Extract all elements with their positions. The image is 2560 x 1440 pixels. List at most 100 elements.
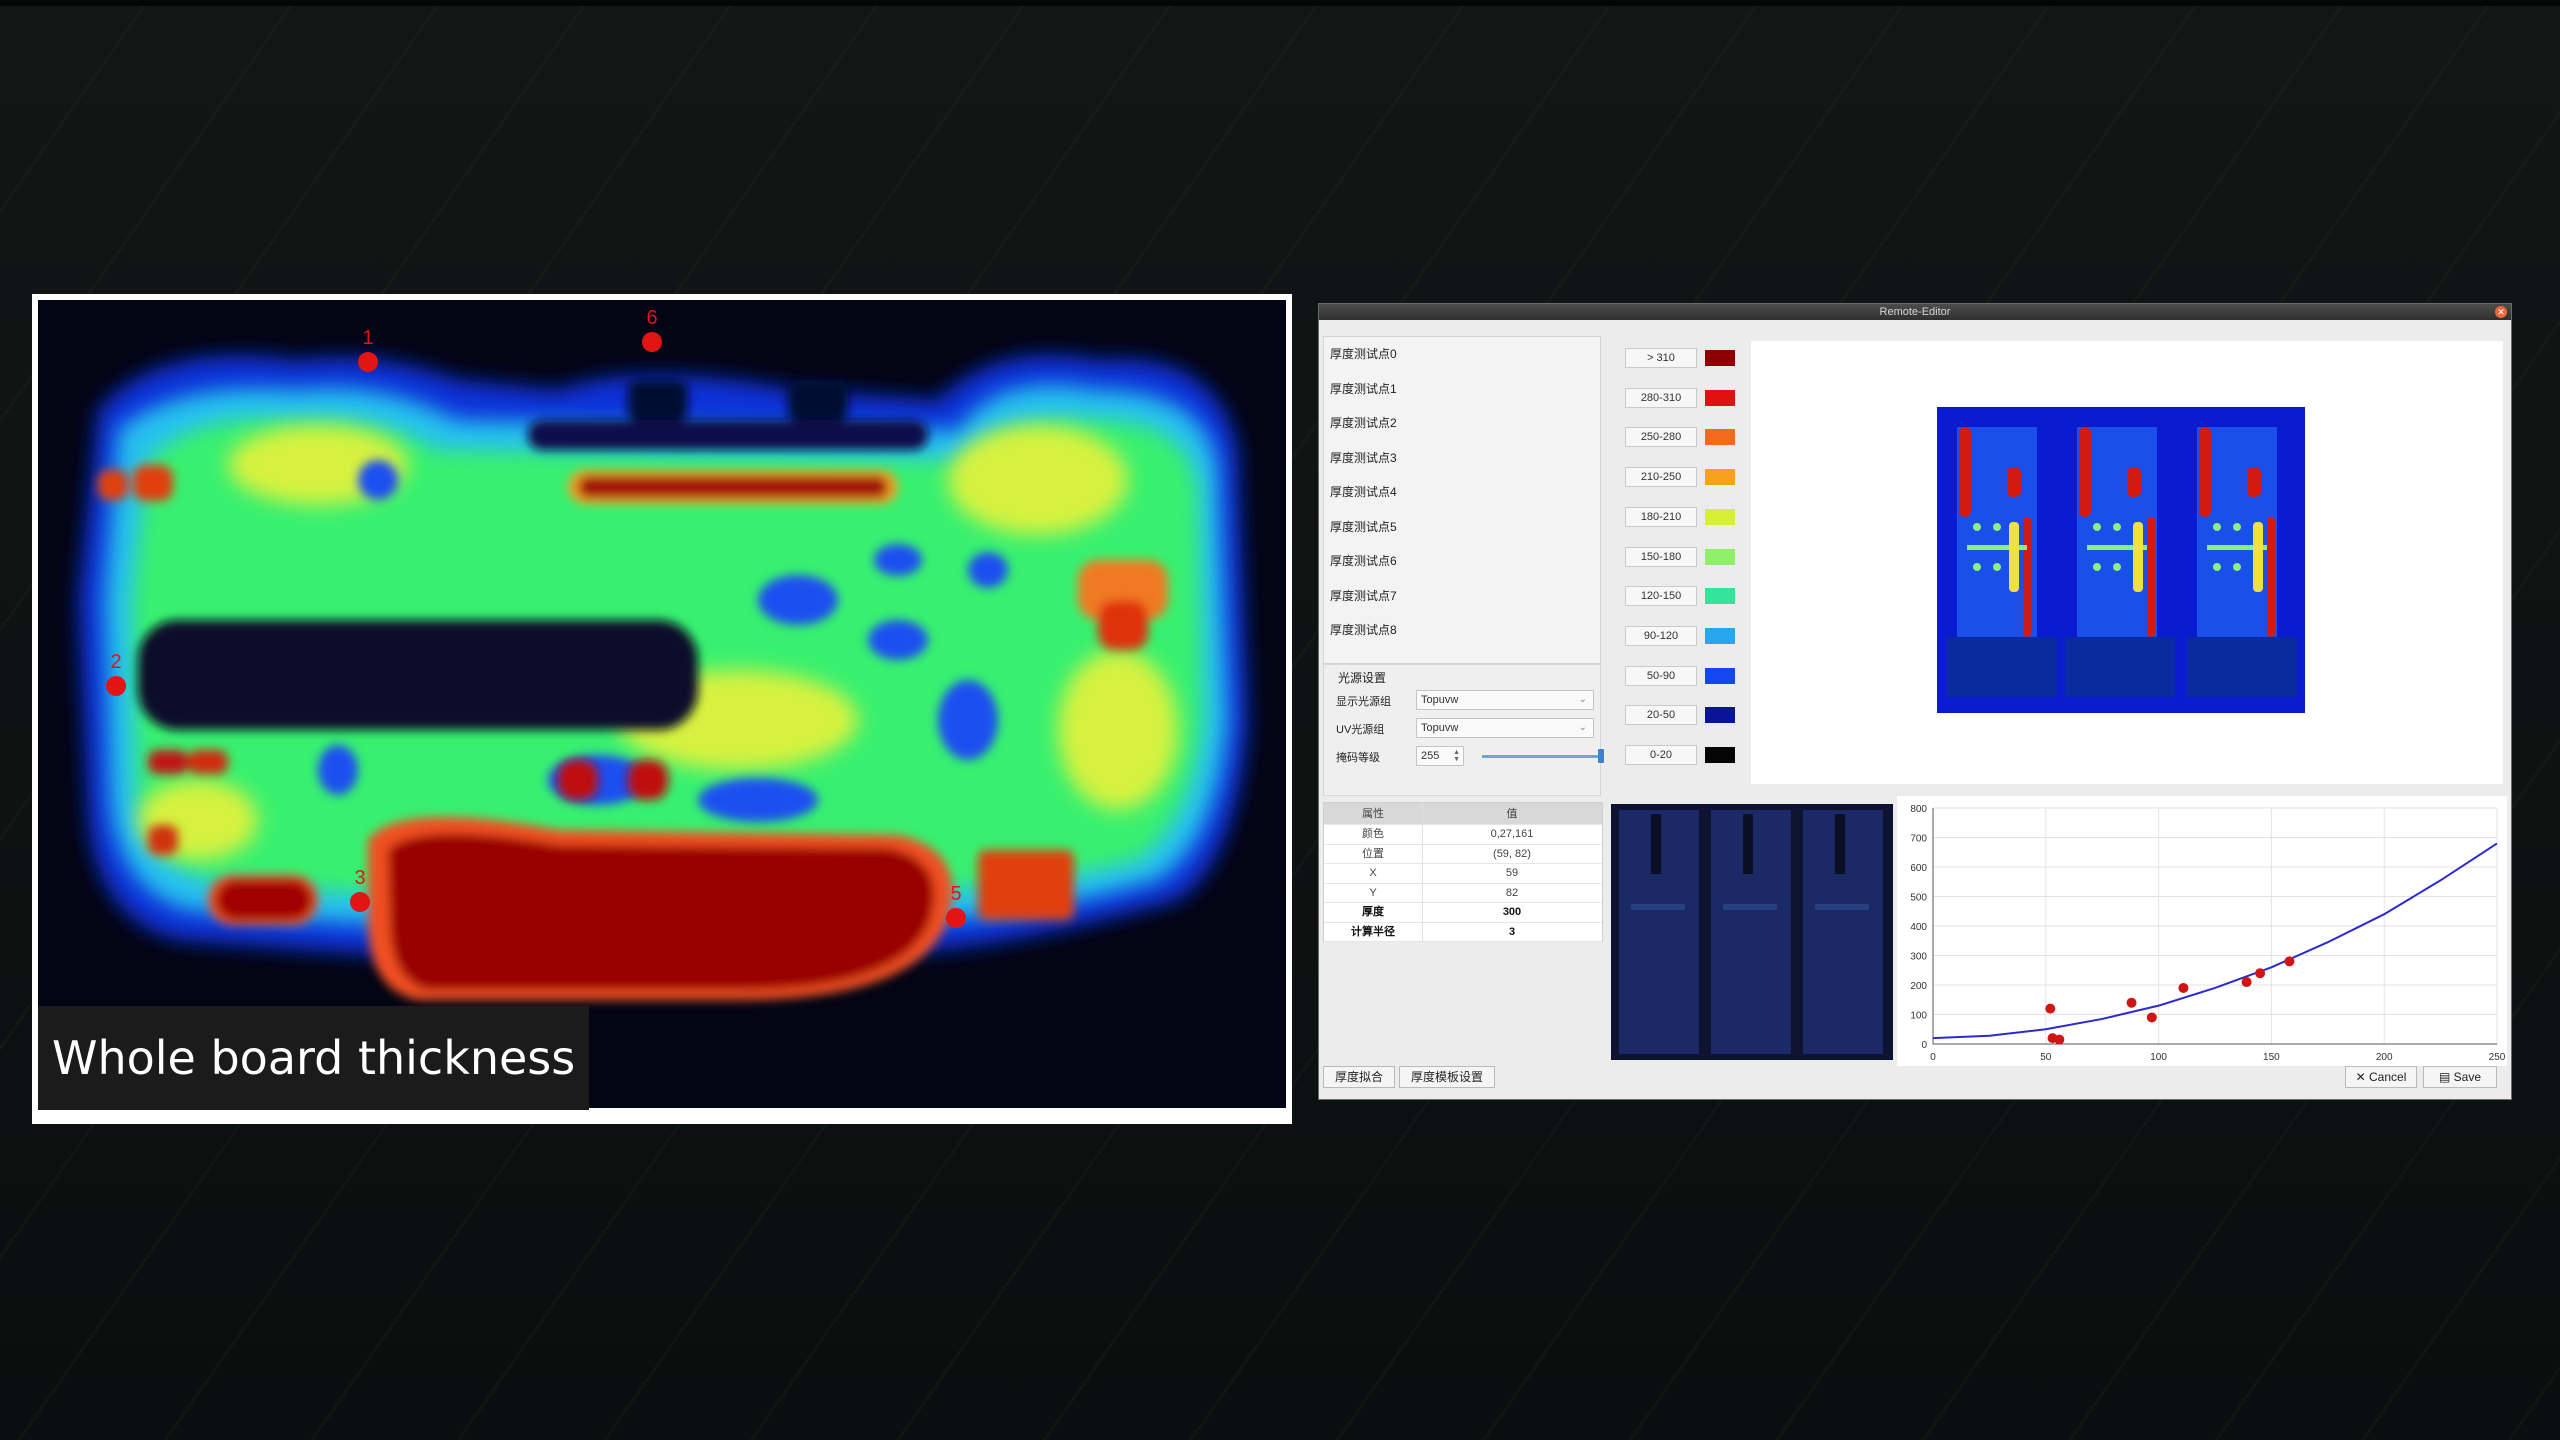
raw-image-thumbnail <box>1611 804 1893 1060</box>
legend-range-button[interactable]: 280-310 <box>1625 387 1697 408</box>
mask-level-spinbox[interactable]: 255 ▲ ▼ <box>1416 746 1464 766</box>
test-point-item[interactable]: 厚度测试点1 <box>1324 372 1600 407</box>
display-source-label: 显示光源组 <box>1336 696 1391 708</box>
legend-color-swatch[interactable] <box>1705 747 1735 763</box>
legend-color-swatch[interactable] <box>1705 667 1735 684</box>
test-point-item[interactable]: 厚度测试点4 <box>1324 475 1600 510</box>
uv-source-label: UV光源组 <box>1336 724 1385 736</box>
thickness-fit-button[interactable]: 厚度拟合 <box>1323 1066 1395 1088</box>
test-point-item[interactable]: 厚度测试点0 <box>1324 337 1600 372</box>
property-key: 颜色 <box>1324 825 1423 844</box>
property-key: Y <box>1324 883 1423 903</box>
property-row: 位置 (59, 82) <box>1324 844 1602 864</box>
test-point-item[interactable]: 厚度测试点5 <box>1324 510 1600 545</box>
legend-row: 150-180 <box>1625 546 1745 569</box>
legend-color-swatch[interactable] <box>1705 508 1735 525</box>
y-tick-label: 100 <box>1910 1011 1927 1022</box>
uv-source-select[interactable]: Topuvw ⌄ <box>1416 718 1594 738</box>
y-tick-label: 0 <box>1921 1040 1927 1051</box>
property-key: 厚度 <box>1324 903 1423 922</box>
legend-range-button[interactable]: 120-150 <box>1625 586 1697 607</box>
legend-range-button[interactable]: 20-50 <box>1625 705 1697 726</box>
mask-level-slider[interactable] <box>1482 755 1602 758</box>
test-point-item[interactable]: 厚度测试点3 <box>1324 441 1600 476</box>
x-tick-label: 100 <box>2150 1052 2167 1063</box>
thickness-heatmap-panel: 1 2 3 5 6 <box>32 294 1292 1124</box>
legend-color-swatch[interactable] <box>1705 627 1735 644</box>
legend-range-button[interactable]: 50-90 <box>1625 665 1697 686</box>
thickness-fit-chart: 0 100 200 300 400 500 600 700 800 0 50 100 150 200 250 <box>1897 796 2507 1066</box>
y-tick-label: 400 <box>1910 922 1927 933</box>
y-tick-label: 800 <box>1910 804 1927 815</box>
uv-source-row: UV光源组 Topuvw ⌄ <box>1332 717 1596 739</box>
property-row: 计算半径 3 <box>1324 922 1602 942</box>
legend-color-swatch[interactable] <box>1705 350 1735 366</box>
legend-color-swatch[interactable] <box>1705 588 1735 605</box>
property-table-header: 属性 值 <box>1324 803 1602 825</box>
x-tick-label: 200 <box>2376 1052 2393 1063</box>
display-source-select[interactable]: Topuvw ⌄ <box>1416 690 1594 710</box>
legend-row: 250-280 <box>1625 427 1745 449</box>
svg-text:3: 3 <box>354 867 365 889</box>
legend-color-swatch[interactable] <box>1705 389 1735 406</box>
data-point <box>2045 1003 2056 1014</box>
save-label: Save <box>2453 1070 2482 1084</box>
legend-color-swatch[interactable] <box>1705 469 1735 486</box>
test-point-item[interactable]: 厚度测试点2 <box>1324 406 1600 441</box>
test-point-item[interactable]: 厚度测试点8 <box>1324 613 1600 648</box>
y-tick-label: 300 <box>1910 952 1927 963</box>
heatmap-caption: Whole board thickness <box>38 1006 590 1110</box>
legend-range-button[interactable]: > 310 <box>1625 348 1697 368</box>
property-key: X <box>1324 864 1423 883</box>
spin-arrows-icon[interactable]: ▲ ▼ <box>1453 749 1460 763</box>
y-tick-label: 200 <box>1910 981 1927 992</box>
legend-color-swatch[interactable] <box>1705 707 1735 724</box>
close-icon[interactable]: ✕ <box>2495 306 2507 318</box>
property-value: 300 <box>1502 906 1522 918</box>
mask-level-row: 掩码等级 255 ▲ ▼ <box>1332 745 1604 767</box>
legend-row: 280-310 <box>1625 387 1745 410</box>
property-value: 82 <box>1505 886 1519 899</box>
property-value: (59, 82) <box>1493 847 1531 860</box>
save-button[interactable]: ▤ Save <box>2423 1066 2497 1088</box>
legend-range-button[interactable]: 150-180 <box>1625 546 1697 567</box>
test-point-item[interactable]: 厚度测试点6 <box>1324 544 1600 579</box>
property-table: 属性 值颜色 0,27,161 位置 (59, 82) X 59 Y 82 厚度 300 计算半径 3 <box>1323 802 1603 942</box>
data-point <box>2178 982 2189 993</box>
editor-titlebar: Remote-Editor <box>1319 304 2511 320</box>
cancel-button[interactable]: ✕ Cancel <box>2345 1066 2417 1088</box>
legend-range-button[interactable]: 0-20 <box>1625 745 1697 765</box>
x-tick-label: 50 <box>2040 1052 2052 1063</box>
save-icon: ▤ <box>2438 1070 2454 1084</box>
property-row: Y 82 <box>1324 883 1602 903</box>
chevron-down-icon: ⌄ <box>1578 722 1587 733</box>
top-strip <box>0 0 2560 6</box>
property-row: 颜色 0,27,161 <box>1324 825 1602 845</box>
property-value: 59 <box>1505 867 1519 879</box>
legend-row: 0-20 <box>1625 745 1745 767</box>
legend-range-button[interactable]: 210-250 <box>1625 467 1697 488</box>
test-point-item[interactable]: 厚度测试点7 <box>1324 579 1600 614</box>
thickness-template-button[interactable]: 厚度模板设置 <box>1399 1066 1495 1088</box>
y-tick-label: 600 <box>1910 863 1927 874</box>
legend-range-button[interactable]: 250-280 <box>1625 427 1697 448</box>
x-tick-label: 150 <box>2263 1052 2280 1063</box>
legend-color-swatch[interactable] <box>1705 429 1735 446</box>
data-point <box>2126 997 2137 1008</box>
svg-text:1: 1 <box>362 327 373 349</box>
legend-row: > 310 <box>1625 348 1745 370</box>
legend-range-button[interactable]: 180-210 <box>1625 506 1697 527</box>
property-row: X 59 <box>1324 864 1602 884</box>
legend-row: 20-50 <box>1625 705 1745 727</box>
raw-image <box>1611 804 1893 1060</box>
legend-color-swatch[interactable] <box>1705 548 1735 565</box>
chevron-down-icon: ⌄ <box>1578 694 1587 705</box>
header-cell: 属性 <box>1324 803 1423 825</box>
legend-row: 210-250 <box>1625 467 1745 489</box>
data-point <box>2054 1034 2065 1045</box>
legend-range-button[interactable]: 90-120 <box>1625 625 1697 646</box>
mask-level-slider-handle[interactable] <box>1598 749 1604 763</box>
data-point <box>2255 968 2266 979</box>
uv-source-value: Topuvw <box>1421 722 1459 734</box>
x-tick-label: 0 <box>1930 1052 1936 1063</box>
